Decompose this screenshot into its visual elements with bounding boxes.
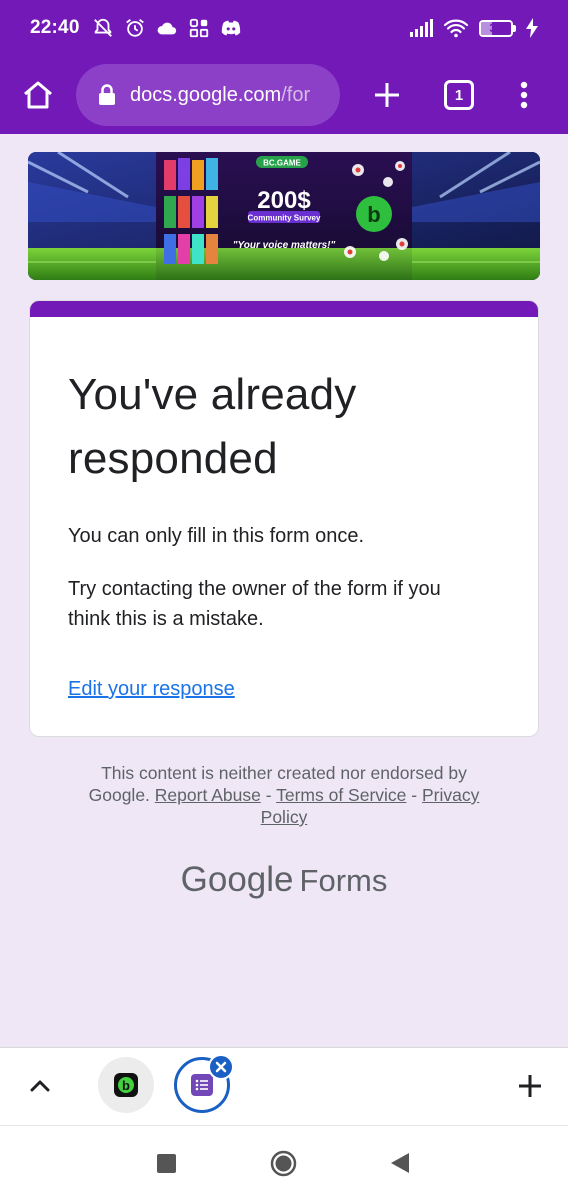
status-right-icons: 36 xyxy=(409,18,538,38)
chevron-up-icon xyxy=(30,1080,50,1092)
discord-icon xyxy=(221,20,240,36)
status-bar: 22:40 36 xyxy=(0,0,568,56)
tab-bcgame[interactable]: b xyxy=(98,1057,154,1113)
logo-forms: Forms xyxy=(299,863,388,898)
svg-text:b: b xyxy=(367,202,380,227)
disclaimer-google: Google. xyxy=(88,785,150,805)
page-title-line2: responded xyxy=(68,434,278,483)
page-title: You've already responded xyxy=(68,363,500,491)
tab-switcher-button[interactable]: 1 xyxy=(424,56,494,134)
svg-text:b: b xyxy=(122,1078,130,1093)
system-nav-bar xyxy=(0,1125,568,1200)
tab-switcher-icon: 1 xyxy=(444,80,474,110)
google-forms-logo[interactable]: Google Forms xyxy=(0,860,568,900)
plus-icon xyxy=(375,83,399,107)
close-icon xyxy=(215,1061,227,1073)
footer-separator: - xyxy=(265,785,272,805)
back-icon[interactable] xyxy=(389,1151,411,1175)
banner-amount: 200$ xyxy=(257,187,311,214)
close-tab-button[interactable] xyxy=(208,1054,234,1080)
more-vert-icon xyxy=(520,81,528,109)
expand-tab-group-button[interactable] xyxy=(22,1068,58,1104)
forms-tab-icon xyxy=(191,1074,213,1096)
url-host: docs.google.com xyxy=(130,83,282,106)
privacy-policy-link-line2[interactable]: Policy xyxy=(261,807,308,827)
contact-owner-line1: Try contacting the owner of the form if … xyxy=(68,578,441,600)
banner-subtitle: Community Survey xyxy=(248,214,321,223)
footer-disclaimer: This content is neither created nor endo… xyxy=(60,762,508,828)
once-only-message: You can only fill in this form once. xyxy=(68,525,365,547)
plus-icon xyxy=(519,1075,541,1097)
home-button[interactable] xyxy=(0,56,76,134)
contact-owner-line2: think this is a mistake. xyxy=(68,608,264,630)
contact-owner-message: Try contacting the owner of the form if … xyxy=(68,574,500,634)
page-title-line1: You've already xyxy=(68,370,357,419)
address-bar[interactable]: docs.google.com/for xyxy=(76,64,340,126)
new-tab-button[interactable] xyxy=(350,56,424,134)
footer-separator: - xyxy=(411,785,418,805)
battery-icon: 36 xyxy=(479,19,516,37)
banner-brand: BC.GAME xyxy=(263,159,301,168)
already-responded-card: You've already responded You can only fi… xyxy=(29,300,539,737)
home-icon xyxy=(24,81,52,109)
alarm-icon xyxy=(125,19,144,37)
home-nav-icon[interactable] xyxy=(270,1150,297,1177)
form-header-banner: BC.GAME 200$ Community Survey "Your voic… xyxy=(28,152,540,280)
grid-app-icon xyxy=(189,18,208,38)
recents-icon[interactable] xyxy=(157,1154,176,1173)
banner-tagline: "Your voice matters!" xyxy=(233,240,336,251)
more-menu-button[interactable] xyxy=(494,56,554,134)
mute-notifications-icon xyxy=(93,18,112,37)
logo-google: Google xyxy=(180,860,294,899)
bcgame-tab-icon: b xyxy=(114,1073,138,1097)
lock-icon[interactable] xyxy=(98,84,116,106)
status-left-icons xyxy=(92,17,242,39)
add-tab-to-group-button[interactable] xyxy=(512,1068,548,1104)
report-abuse-link[interactable]: Report Abuse xyxy=(155,785,261,805)
status-time: 22:40 xyxy=(30,17,80,38)
signal-icon xyxy=(410,19,433,37)
url-path: /for xyxy=(281,83,311,106)
wifi-icon xyxy=(443,19,469,38)
charging-icon xyxy=(526,18,538,38)
browser-toolbar: docs.google.com/for 1 xyxy=(0,56,568,134)
card-accent-bar xyxy=(30,301,538,317)
privacy-policy-link[interactable]: Privacy xyxy=(422,785,479,805)
disclaimer-text: This content is neither created nor endo… xyxy=(101,763,467,783)
battery-level: 36 xyxy=(489,21,503,35)
edit-response-link[interactable]: Edit your response xyxy=(68,678,235,701)
tab-group-bar: b xyxy=(0,1047,568,1125)
terms-of-service-link[interactable]: Terms of Service xyxy=(276,785,406,805)
cloud-icon xyxy=(157,22,176,35)
